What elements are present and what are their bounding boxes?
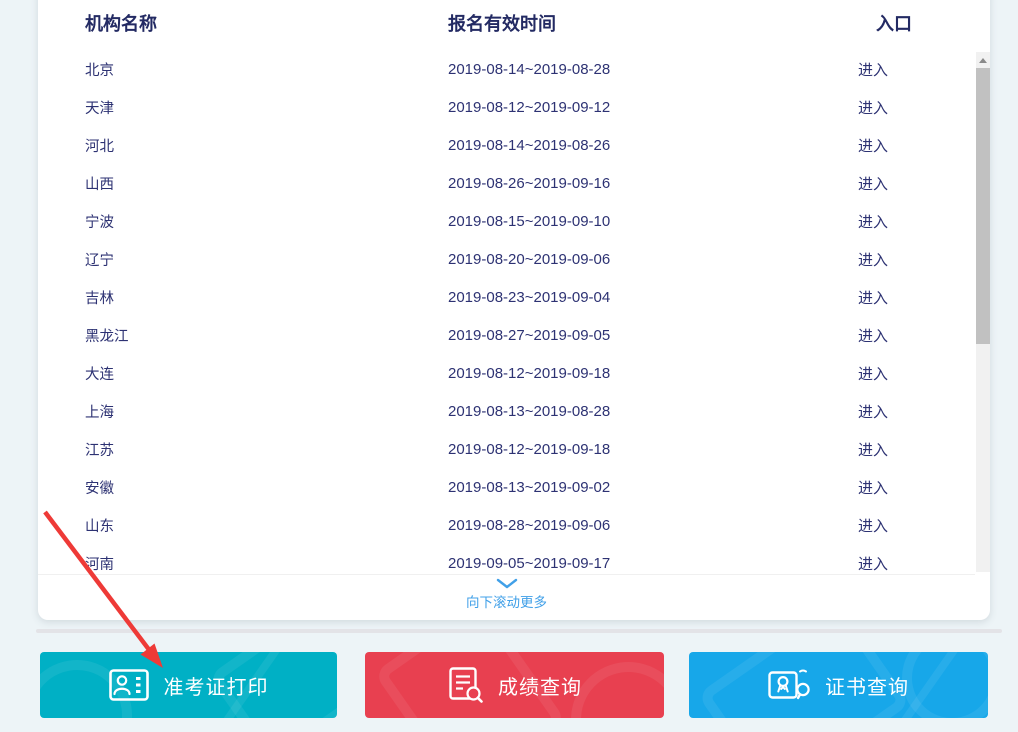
valid-period: 2019-08-26~2019-09-16 — [448, 175, 728, 192]
enter-link[interactable]: 进入 — [843, 325, 903, 346]
scrollbar-thumb[interactable] — [976, 68, 990, 344]
org-name: 宁波 — [85, 211, 448, 232]
table-row: 山东2019-08-28~2019-09-06 进入 — [38, 506, 975, 544]
certificate-query-button[interactable]: 证书查询 — [689, 652, 988, 718]
valid-period: 2019-08-12~2019-09-12 — [448, 99, 728, 116]
enter-link[interactable]: 进入 — [843, 439, 903, 460]
valid-period: 2019-08-14~2019-08-26 — [448, 137, 728, 154]
valid-period: 2019-08-13~2019-09-02 — [448, 479, 728, 496]
column-header-period: 报名有效时间 — [448, 10, 728, 36]
table-row: 江苏2019-08-12~2019-09-18 进入 — [38, 430, 975, 468]
org-name: 北京 — [85, 59, 448, 80]
table-row: 吉林2019-08-23~2019-09-04 进入 — [38, 278, 975, 316]
valid-period: 2019-08-13~2019-08-28 — [448, 403, 728, 420]
enter-link[interactable]: 进入 — [843, 363, 903, 384]
enter-link[interactable]: 进入 — [843, 401, 903, 422]
valid-period: 2019-08-14~2019-08-28 — [448, 61, 728, 78]
id-card-icon — [109, 669, 149, 701]
table-row: 天津2019-08-12~2019-09-12 进入 — [38, 88, 975, 126]
score-search-icon — [447, 667, 483, 703]
panel-bottom-shadow — [36, 629, 1002, 633]
column-header-entry: 入口 — [858, 10, 930, 36]
valid-period: 2019-08-12~2019-09-18 — [448, 365, 728, 382]
table-row: 辽宁2019-08-20~2019-09-06 进入 — [38, 240, 975, 278]
org-name: 上海 — [85, 401, 448, 422]
table-row: 北京2019-08-14~2019-08-28 进入 — [38, 50, 975, 88]
table-row: 大连2019-08-12~2019-09-18 进入 — [38, 354, 975, 392]
table-row: 安徽2019-08-13~2019-09-02 进入 — [38, 468, 975, 506]
table-row: 宁波2019-08-15~2019-09-10 进入 — [38, 202, 975, 240]
valid-period: 2019-08-27~2019-09-05 — [448, 327, 728, 344]
org-name: 江苏 — [85, 439, 448, 460]
valid-period: 2019-08-12~2019-09-18 — [448, 441, 728, 458]
score-query-button[interactable]: 成绩查询 — [365, 652, 664, 718]
enter-link[interactable]: 进入 — [843, 211, 903, 232]
org-name: 吉林 — [85, 287, 448, 308]
column-header-org: 机构名称 — [85, 10, 448, 36]
org-name: 黑龙江 — [85, 325, 448, 346]
certificate-search-icon — [768, 668, 810, 702]
button-label: 证书查询 — [825, 671, 909, 700]
valid-period: 2019-08-28~2019-09-06 — [448, 517, 728, 534]
registration-table-panel: 机构名称 报名有效时间 入口 北京2019-08-14~2019-08-28 进入… — [38, 0, 990, 620]
enter-link[interactable]: 进入 — [843, 249, 903, 270]
valid-period: 2019-09-05~2019-09-17 — [448, 555, 728, 572]
enter-link[interactable]: 进入 — [843, 59, 903, 80]
org-name: 河北 — [85, 135, 448, 156]
chevron-down-icon — [496, 578, 518, 589]
table-body: 北京2019-08-14~2019-08-28进入天津2019-08-12~20… — [38, 50, 975, 582]
scrollbar-up-arrow-icon[interactable] — [976, 52, 990, 68]
button-label: 成绩查询 — [498, 671, 582, 700]
table-row: 黑龙江2019-08-27~2019-09-05 进入 — [38, 316, 975, 354]
org-name: 大连 — [85, 363, 448, 384]
org-name: 山东 — [85, 515, 448, 536]
table-row: 上海2019-08-13~2019-08-28 进入 — [38, 392, 975, 430]
admission-ticket-print-button[interactable]: 准考证打印 — [40, 652, 337, 718]
table-row: 山西2019-08-26~2019-09-16 进入 — [38, 164, 975, 202]
enter-link[interactable]: 进入 — [843, 477, 903, 498]
org-name: 辽宁 — [85, 249, 448, 270]
org-name: 天津 — [85, 97, 448, 118]
scroll-hint-label: 向下滚动更多 — [38, 591, 975, 611]
table-header: 机构名称 报名有效时间 入口 — [38, 8, 975, 38]
enter-link[interactable]: 进入 — [843, 97, 903, 118]
valid-period: 2019-08-20~2019-09-06 — [448, 251, 728, 268]
scrollbar[interactable] — [976, 52, 990, 572]
enter-link[interactable]: 进入 — [843, 135, 903, 156]
org-name: 山西 — [85, 173, 448, 194]
valid-period: 2019-08-23~2019-09-04 — [448, 289, 728, 306]
enter-link[interactable]: 进入 — [843, 173, 903, 194]
enter-link[interactable]: 进入 — [843, 553, 903, 574]
valid-period: 2019-08-15~2019-09-10 — [448, 213, 728, 230]
enter-link[interactable]: 进入 — [843, 515, 903, 536]
enter-link[interactable]: 进入 — [843, 287, 903, 308]
org-name: 河南 — [85, 553, 448, 574]
org-name: 安徽 — [85, 477, 448, 498]
button-label: 准考证打印 — [164, 671, 269, 700]
table-row: 河北2019-08-14~2019-08-26 进入 — [38, 126, 975, 164]
scroll-hint: 向下滚动更多 — [38, 574, 975, 611]
